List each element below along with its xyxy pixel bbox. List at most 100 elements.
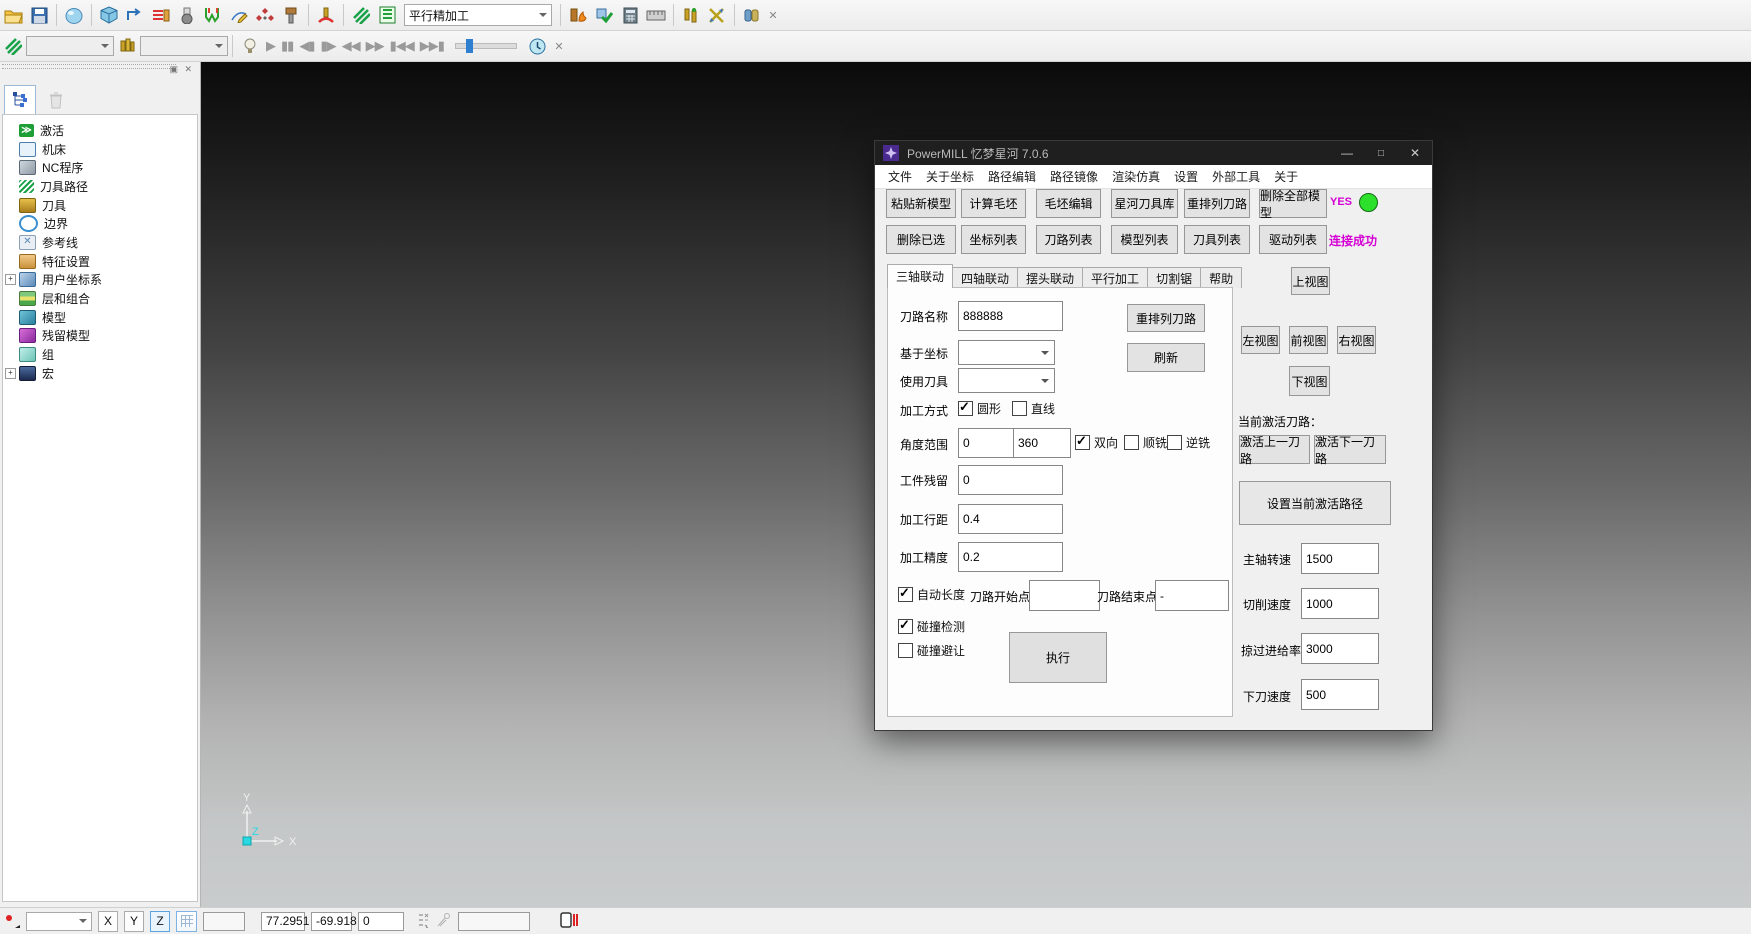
- panel-close-icon[interactable]: ✕: [184, 64, 192, 75]
- tree-item-models[interactable]: 模型: [3, 308, 197, 327]
- auto-length-checkbox[interactable]: 自动长度: [898, 586, 965, 603]
- minimize-icon[interactable]: —: [1330, 141, 1364, 165]
- axis-y-button[interactable]: Y: [124, 911, 144, 932]
- drive-list-button[interactable]: 驱动列表: [1259, 225, 1327, 254]
- bidirectional-checkbox[interactable]: 双向: [1075, 434, 1118, 451]
- rearrange-toolpath-button[interactable]: 重排列刀路: [1184, 189, 1250, 218]
- front-view-button[interactable]: 前视图: [1289, 326, 1328, 354]
- tree-item-feature-sets[interactable]: 特征设置: [3, 252, 197, 271]
- plunge-feed-input[interactable]: 500: [1301, 679, 1379, 710]
- cursor-mode-icon[interactable]: [4, 913, 20, 929]
- toolbar-close-icon[interactable]: ✕: [765, 9, 781, 22]
- open-icon[interactable]: [1, 3, 25, 27]
- checkbox-icon[interactable]: [1124, 435, 1139, 450]
- holder-profile-icon[interactable]: [201, 3, 225, 27]
- menu-settings[interactable]: 设置: [1167, 168, 1205, 185]
- ruler-icon[interactable]: [644, 3, 668, 27]
- skim-feed-input[interactable]: 3000: [1301, 633, 1379, 664]
- rapid-moves-icon[interactable]: [123, 3, 147, 27]
- swap-arrows-icon[interactable]: [705, 3, 729, 27]
- fast-forward-icon[interactable]: ▶▶: [366, 38, 384, 54]
- paste-new-model-button[interactable]: 粘贴新模型: [886, 189, 956, 218]
- calculator-icon[interactable]: [618, 3, 642, 27]
- curve-edit-icon[interactable]: [227, 3, 251, 27]
- circle-checkbox[interactable]: 圆形: [958, 400, 1001, 417]
- toolpath-list-button[interactable]: 刀路列表: [1036, 225, 1101, 254]
- skip-start-icon[interactable]: ▮◀◀: [390, 38, 414, 54]
- step-forward-icon[interactable]: ▮▶: [320, 38, 335, 54]
- strategy-preset-combo[interactable]: 平行精加工: [404, 4, 552, 26]
- expand-icon[interactable]: +: [5, 368, 16, 379]
- tab-swivel[interactable]: 摆头联动: [1017, 267, 1083, 288]
- line-checkbox[interactable]: 直线: [1012, 400, 1055, 417]
- rewind-icon[interactable]: ◀◀: [342, 38, 360, 54]
- tab-help[interactable]: 帮助: [1200, 267, 1242, 288]
- tree-item-macros[interactable]: +宏: [3, 364, 197, 383]
- collision-check-icon[interactable]: [314, 3, 338, 27]
- sim-tool-combo[interactable]: [140, 36, 228, 56]
- checkbox-icon[interactable]: [1012, 401, 1027, 416]
- checkbox-checked-icon[interactable]: [898, 619, 913, 634]
- panel-drag-handle[interactable]: [2, 64, 176, 69]
- menu-file[interactable]: 文件: [881, 168, 919, 185]
- checkbox-checked-icon[interactable]: [1075, 435, 1090, 450]
- axis-z-button[interactable]: Z: [150, 911, 170, 932]
- slider-thumb[interactable]: [466, 39, 473, 53]
- explorer-tab-hierarchy[interactable]: [4, 85, 36, 115]
- toolpath-list-icon[interactable]: [375, 3, 399, 27]
- menu-about[interactable]: 关于: [1267, 168, 1305, 185]
- pattern-icon[interactable]: [253, 3, 277, 27]
- angle-to-input[interactable]: 360: [1013, 428, 1071, 458]
- panel-float-icon[interactable]: ▣: [169, 64, 178, 75]
- angle-from-input[interactable]: 0: [958, 428, 1016, 458]
- shading-icon[interactable]: [62, 3, 86, 27]
- activate-prev-button[interactable]: 激活上一刀路: [1239, 435, 1310, 464]
- set-active-path-button[interactable]: 设置当前激活路径: [1239, 481, 1391, 525]
- tree-item-levels[interactable]: 层和组合: [3, 289, 197, 308]
- refresh-button[interactable]: 刷新: [1127, 343, 1205, 372]
- model-list-button[interactable]: 模型列表: [1111, 225, 1178, 254]
- tree-item-stock-models[interactable]: 残留模型: [3, 327, 197, 346]
- tree-item-toolpaths[interactable]: 刀具路径: [3, 177, 197, 196]
- tree-item-machine[interactable]: 机床: [3, 140, 197, 159]
- activate-next-button[interactable]: 激活下一刀路: [1314, 435, 1386, 464]
- pause-icon[interactable]: ▮▮: [281, 38, 293, 54]
- menu-external-tools[interactable]: 外部工具: [1205, 168, 1267, 185]
- start-point-input[interactable]: [1029, 580, 1100, 611]
- tree-item-workplanes[interactable]: +用户坐标系: [3, 271, 197, 290]
- tool-library-button[interactable]: 星河刀具库: [1111, 189, 1178, 218]
- measure-field[interactable]: [458, 912, 530, 931]
- block-icon[interactable]: [97, 3, 121, 27]
- end-point-input[interactable]: -: [1155, 580, 1229, 611]
- delete-selected-button[interactable]: 删除已选: [886, 225, 956, 254]
- step-back-icon[interactable]: ◀▮: [299, 38, 314, 54]
- checkbox-icon[interactable]: [898, 643, 913, 658]
- left-view-button[interactable]: 左视图: [1241, 326, 1280, 354]
- bulb-icon[interactable]: [238, 34, 262, 58]
- tolerance-input[interactable]: 0.2: [958, 542, 1063, 572]
- explorer-tab-trash[interactable]: [40, 85, 72, 115]
- coord-x-field[interactable]: 77.2951: [261, 912, 305, 931]
- grid-size-field[interactable]: [203, 912, 245, 931]
- tab-parallel[interactable]: 平行加工: [1082, 267, 1148, 288]
- stock-edit-button[interactable]: 毛坯编辑: [1036, 189, 1101, 218]
- feeds-icon[interactable]: [149, 3, 173, 27]
- tool-list-button[interactable]: 刀具列表: [1184, 225, 1250, 254]
- coord-base-select[interactable]: [958, 340, 1055, 365]
- spindle-speed-input[interactable]: 1500: [1301, 543, 1379, 574]
- cylinder-pair-icon[interactable]: [740, 3, 764, 27]
- bottom-view-button[interactable]: 下视图: [1289, 366, 1330, 396]
- cutting-feed-input[interactable]: 1000: [1301, 588, 1379, 619]
- tree-item-activate[interactable]: ≫激活: [3, 121, 197, 140]
- menu-path-mirror[interactable]: 路径镜像: [1043, 168, 1105, 185]
- sim-speed-slider[interactable]: [455, 43, 517, 49]
- toolpath-icon[interactable]: [349, 3, 373, 27]
- expand-icon[interactable]: +: [5, 274, 16, 285]
- conventional-checkbox[interactable]: 逆铣: [1167, 434, 1210, 451]
- right-view-button[interactable]: 右视图: [1337, 326, 1376, 354]
- menu-about-coords[interactable]: 关于坐标: [919, 168, 981, 185]
- grid-snap-icon[interactable]: [176, 911, 197, 932]
- ball-tool-icon[interactable]: [175, 3, 199, 27]
- collision-avoid-checkbox[interactable]: 碰撞避让: [898, 642, 965, 659]
- tree-item-patterns[interactable]: ✕参考线: [3, 233, 197, 252]
